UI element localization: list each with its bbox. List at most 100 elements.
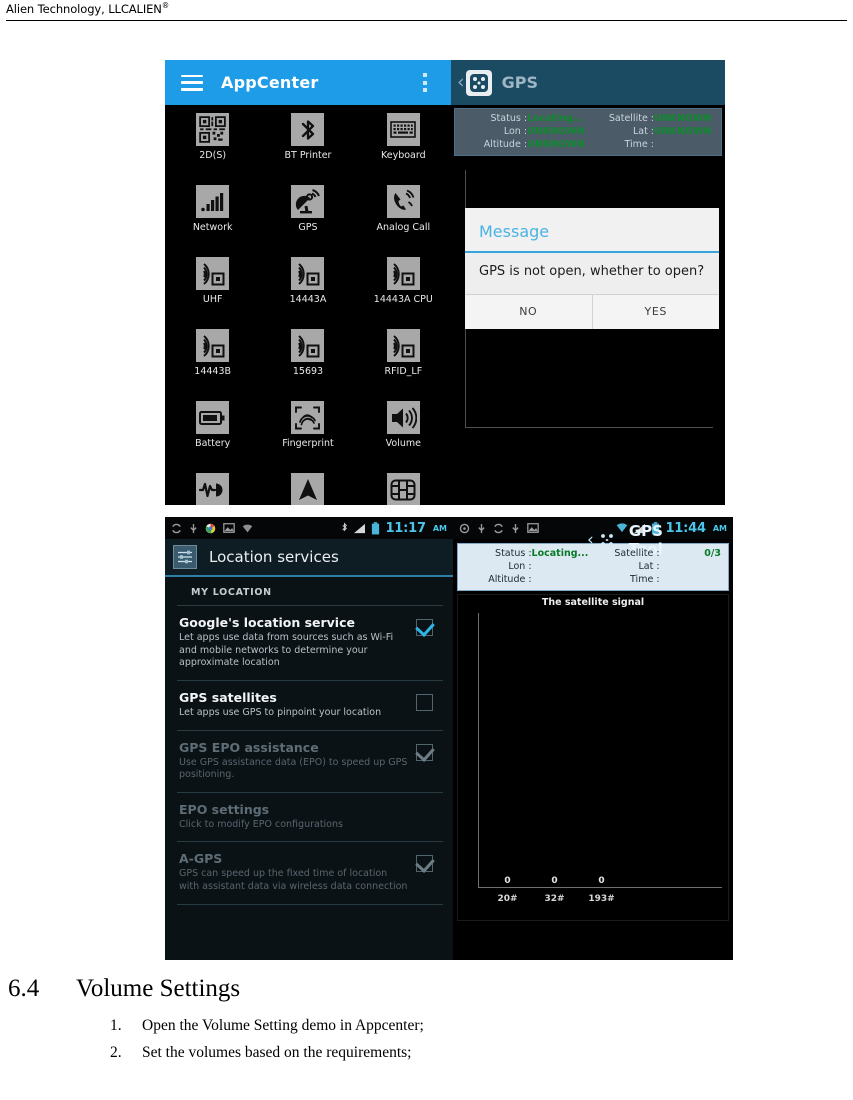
status-bar-clock: 11:17 xyxy=(385,520,426,536)
signal-bars-icon xyxy=(354,523,366,533)
gps-title: GPS xyxy=(501,73,538,92)
app-tile-2ds[interactable]: 2D(S) xyxy=(165,113,260,185)
setting-checkbox[interactable] xyxy=(416,743,433,761)
setting-item-google-location[interactable]: Google's location service Let apps use d… xyxy=(177,606,443,681)
page-header: Alien Technology, LLCALIEN® xyxy=(0,0,853,22)
wifi-icon xyxy=(617,523,628,533)
setting-item-a-gps[interactable]: A-GPS GPS can speed up the fixed time of… xyxy=(177,842,443,905)
chart-data-label: 0 xyxy=(504,876,511,886)
figure-screenshots: AppCenter 2D(S) BT Printer Keyboard Netw… xyxy=(165,60,733,960)
app-tile-volume[interactable]: Volume xyxy=(356,401,451,473)
gps-lat-label: Lat : xyxy=(632,126,655,137)
steps-list: 1. Open the Volume Setting demo in Appce… xyxy=(0,1017,853,1062)
back-chevron-icon[interactable]: ‹ xyxy=(457,73,465,92)
setting-checkbox[interactable] xyxy=(416,693,433,711)
dialog-header: Message xyxy=(465,208,719,253)
app-tile-uhf[interactable]: UHF xyxy=(165,257,260,329)
chart-bar-group: 0 xyxy=(484,876,531,887)
chart-bar-group: 0 xyxy=(531,876,578,887)
gps-tool-satellite-value: 0/3 xyxy=(704,548,721,559)
app-tile-15693[interactable]: 15693 xyxy=(260,329,355,401)
app-tile-14443a-cpu[interactable]: 14443A CPU xyxy=(356,257,451,329)
app-tile-label: Volume xyxy=(385,438,421,449)
app-tile-analog-call[interactable]: Analog Call xyxy=(356,185,451,257)
list-item-number: 2. xyxy=(110,1044,122,1061)
battery-icon xyxy=(372,521,380,534)
app-grid-row xyxy=(165,473,451,505)
bluetooth-icon xyxy=(291,113,325,146)
app-tile-14443b[interactable]: 14443B xyxy=(165,329,260,401)
message-dialog: Message GPS is not open, whether to open… xyxy=(465,208,720,330)
chart-bars: 0 0 0 xyxy=(484,876,625,887)
document-body: 6.4 Volume Settings 1. Open the Volume S… xyxy=(0,975,853,1071)
screenshot-gps-demo: ‹ GPS Status: Locating... Satellite: U… xyxy=(451,60,725,505)
chart-title: The satellite signal xyxy=(541,597,645,608)
chart-x-axis xyxy=(478,887,722,888)
gps-tool-lat-value xyxy=(660,560,721,573)
chart-x-tick: 20# xyxy=(497,894,518,904)
chart-x-tick: 193# xyxy=(588,894,615,904)
app-tile-rfid-lf[interactable]: RFID_LF xyxy=(356,329,451,401)
chart-x-axis xyxy=(465,427,713,428)
chart-plot-area: 0 0 0 xyxy=(478,613,722,888)
setting-text: GPS EPO assistance Use GPS assistance da… xyxy=(177,740,408,782)
app-tile-fingerprint[interactable]: Fingerprint xyxy=(260,401,355,473)
gps-tool-lon-label: Lon : xyxy=(508,561,532,572)
chart-bar-group: 0 xyxy=(578,876,625,887)
status-bar-clock: 11:44 xyxy=(665,520,706,536)
wifi-icon xyxy=(242,524,253,532)
appcenter-titlebar: AppCenter xyxy=(165,60,451,105)
setting-checkbox[interactable] xyxy=(416,855,433,873)
back-chevron-icon[interactable]: ‹ xyxy=(587,530,594,550)
setting-text: EPO settings Click to modify EPO configu… xyxy=(177,802,410,832)
setting-checkbox[interactable] xyxy=(416,619,433,636)
sim-chip-icon xyxy=(386,473,420,505)
setting-text: GPS satellites Let apps use GPS to pinpo… xyxy=(177,690,408,720)
setting-item-gps-epo-assistance[interactable]: GPS EPO assistance Use GPS assistance da… xyxy=(177,731,443,793)
gps-tool-lat-label: Lat : xyxy=(638,561,660,572)
app-tile-gps[interactable]: GPS xyxy=(260,185,355,257)
app-tile-network[interactable]: Network xyxy=(165,185,260,257)
setting-title: EPO settings xyxy=(179,801,270,817)
app-grid-row: Battery Fingerprint Volume xyxy=(165,401,451,473)
app-tile-label: 14443A CPU xyxy=(373,294,433,305)
dialog-no-button[interactable]: NO xyxy=(465,295,592,329)
list-item: 2. Set the volumes based on the requirem… xyxy=(110,1044,853,1062)
audio-wave-icon xyxy=(196,473,230,505)
settings-sliders-icon xyxy=(173,545,197,569)
status-bar-system-icons: 11:17 AM xyxy=(341,521,447,536)
gps-lon-value: UNKNOWN xyxy=(527,126,585,137)
gps-tool-time-value xyxy=(660,573,721,586)
app-tile-audio[interactable] xyxy=(165,473,260,505)
satellite-dish-icon xyxy=(291,185,325,218)
setting-item-gps-satellites[interactable]: GPS satellites Let apps use GPS to pinpo… xyxy=(177,681,443,731)
battery-icon xyxy=(196,401,230,434)
setting-item-epo-settings[interactable]: EPO settings Click to modify EPO configu… xyxy=(177,793,443,843)
gps-tool-status-label: Status : xyxy=(495,548,532,559)
gps-titlebar: ‹ GPS xyxy=(451,60,725,105)
overflow-menu-icon[interactable] xyxy=(423,73,427,92)
app-tile-battery[interactable]: Battery xyxy=(165,401,260,473)
setting-subtitle: Click to modify EPO configurations xyxy=(179,818,343,830)
list-item-number: 1. xyxy=(110,1017,122,1034)
location-services-titlebar: Location services xyxy=(165,539,453,577)
gps-altitude-value: UNKNOWN xyxy=(527,139,585,150)
app-tile-label: RFID_LF xyxy=(384,366,423,377)
gps-tool-status-value: Locating... xyxy=(531,548,589,559)
app-tile-label: Network xyxy=(192,222,233,233)
app-tile-label: Battery xyxy=(195,438,231,449)
gps-app-icon xyxy=(465,69,492,96)
app-tile-14443a[interactable]: 14443A xyxy=(260,257,355,329)
app-tile-sim[interactable] xyxy=(356,473,451,505)
dialog-title: Message xyxy=(479,222,550,241)
chart-x-tick-labels: 20# 32# 193# xyxy=(484,894,625,904)
app-tile-keyboard[interactable]: Keyboard xyxy=(356,113,451,185)
app-tile-compass[interactable] xyxy=(260,473,355,505)
usb-icon xyxy=(478,523,485,533)
dialog-yes-button[interactable]: YES xyxy=(591,295,720,330)
status-bar-ampm: AM xyxy=(712,523,727,533)
hamburger-menu-icon[interactable] xyxy=(181,74,203,91)
status-bar-ampm: AM xyxy=(432,523,447,533)
status-bar-notification-icons xyxy=(171,523,341,534)
app-tile-bt-printer[interactable]: BT Printer xyxy=(260,113,355,185)
